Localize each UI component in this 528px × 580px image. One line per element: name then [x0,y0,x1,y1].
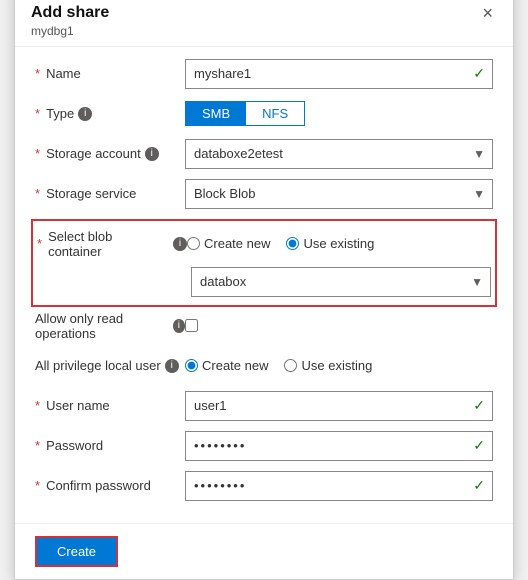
blob-container-select[interactable]: databox [191,267,491,297]
type-row: * Type i SMB NFS [35,99,493,129]
storage-account-row: * Storage account i databoxe2etest ▼ [35,139,493,169]
nfs-button[interactable]: NFS [246,102,304,125]
password-input-wrapper: ✓ [185,431,493,461]
storage-account-info-icon[interactable]: i [145,147,159,161]
type-info-icon[interactable]: i [78,107,92,121]
username-control: ✓ [185,391,493,421]
password-input[interactable] [185,431,493,461]
dialog-footer: Create [15,523,513,579]
name-row: * Name ✓ [35,59,493,89]
blob-container-info-icon[interactable]: i [173,237,187,251]
required-star-un: * [35,398,40,413]
confirm-password-checkmark-icon: ✓ [473,477,485,494]
storage-service-label: * Storage service [35,186,185,201]
smb-button[interactable]: SMB [186,102,246,125]
blob-create-new-label[interactable]: Create new [187,236,270,251]
privilege-user-info-icon[interactable]: i [165,359,179,373]
add-share-dialog: Add share mydbg1 × * Name ✓ * Type [14,0,514,580]
dialog-header: Add share mydbg1 × [15,0,513,47]
name-input[interactable] [185,59,493,89]
password-label: * Password [35,438,185,453]
type-toggle: SMB NFS [185,101,305,126]
blob-create-new-radio[interactable] [187,237,200,250]
dialog-body: * Name ✓ * Type i SMB NFS [15,47,513,523]
required-star-bc: * [37,236,42,251]
name-checkmark-icon: ✓ [473,65,485,82]
blob-dropdown-row: databox ▼ [37,267,491,297]
required-star: * [35,66,40,81]
blob-container-select-wrapper: databox ▼ [191,267,491,297]
required-star-sa: * [35,146,40,161]
confirm-password-row: * Confirm password ✓ [35,471,493,501]
required-star-ss: * [35,186,40,201]
allow-read-info-icon[interactable]: i [173,319,185,333]
allow-read-checkbox-label[interactable] [185,319,198,332]
required-star-type: * [35,106,40,121]
name-label: * Name [35,66,185,81]
confirm-password-control: ✓ [185,471,493,501]
privilege-user-row: All privilege local user i Create new Us… [35,351,493,381]
blob-container-label: * Select blob container i [37,229,187,259]
username-input-wrapper: ✓ [185,391,493,421]
storage-service-select-wrapper: Block Blob Page Blob Azure Files ▼ [185,179,493,209]
close-button[interactable]: × [478,4,497,22]
privilege-use-existing-label[interactable]: Use existing [284,358,372,373]
privilege-user-radio-group: Create new Use existing [185,358,372,373]
privilege-user-control: Create new Use existing [185,358,493,373]
storage-service-row: * Storage service Block Blob Page Blob A… [35,179,493,209]
confirm-password-label: * Confirm password [35,478,185,493]
username-label: * User name [35,398,185,413]
privilege-create-new-radio[interactable] [185,359,198,372]
allow-read-row: Allow only read operations i [35,311,493,341]
username-input[interactable] [185,391,493,421]
password-control: ✓ [185,431,493,461]
allow-read-control [185,319,493,332]
storage-account-select[interactable]: databoxe2etest [185,139,493,169]
storage-service-control: Block Blob Page Blob Azure Files ▼ [185,179,493,209]
allow-read-label: Allow only read operations i [35,311,185,341]
blob-container-radio-group: Create new Use existing [187,236,374,251]
required-star-cp: * [35,478,40,493]
username-checkmark-icon: ✓ [473,397,485,414]
blob-create-new-text: Create new [204,236,270,251]
allow-read-checkbox[interactable] [185,319,198,332]
username-row: * User name ✓ [35,391,493,421]
name-control: ✓ [185,59,493,89]
privilege-use-existing-radio[interactable] [284,359,297,372]
dialog-title-block: Add share mydbg1 [31,4,109,38]
storage-account-label: * Storage account i [35,146,185,161]
type-label: * Type i [35,106,185,121]
name-input-wrapper: ✓ [185,59,493,89]
blob-use-existing-text: Use existing [303,236,374,251]
blob-use-existing-radio[interactable] [286,237,299,250]
type-control: SMB NFS [185,101,493,126]
password-row: * Password ✓ [35,431,493,461]
privilege-create-new-label[interactable]: Create new [185,358,268,373]
create-button[interactable]: Create [35,536,118,567]
blob-container-section: * Select blob container i Create new Use… [31,219,497,307]
required-star-pw: * [35,438,40,453]
storage-account-select-wrapper: databoxe2etest ▼ [185,139,493,169]
blob-container-row: * Select blob container i Create new Use… [37,229,491,259]
blob-use-existing-label[interactable]: Use existing [286,236,374,251]
storage-service-select[interactable]: Block Blob Page Blob Azure Files [185,179,493,209]
password-checkmark-icon: ✓ [473,437,485,454]
privilege-user-label: All privilege local user i [35,358,185,373]
dialog-subtitle: mydbg1 [31,24,109,38]
storage-account-control: databoxe2etest ▼ [185,139,493,169]
privilege-create-new-text: Create new [202,358,268,373]
blob-container-radio-control: Create new Use existing [187,236,491,251]
dialog-title: Add share [31,4,109,22]
confirm-password-input-wrapper: ✓ [185,471,493,501]
privilege-use-existing-text: Use existing [301,358,372,373]
confirm-password-input[interactable] [185,471,493,501]
